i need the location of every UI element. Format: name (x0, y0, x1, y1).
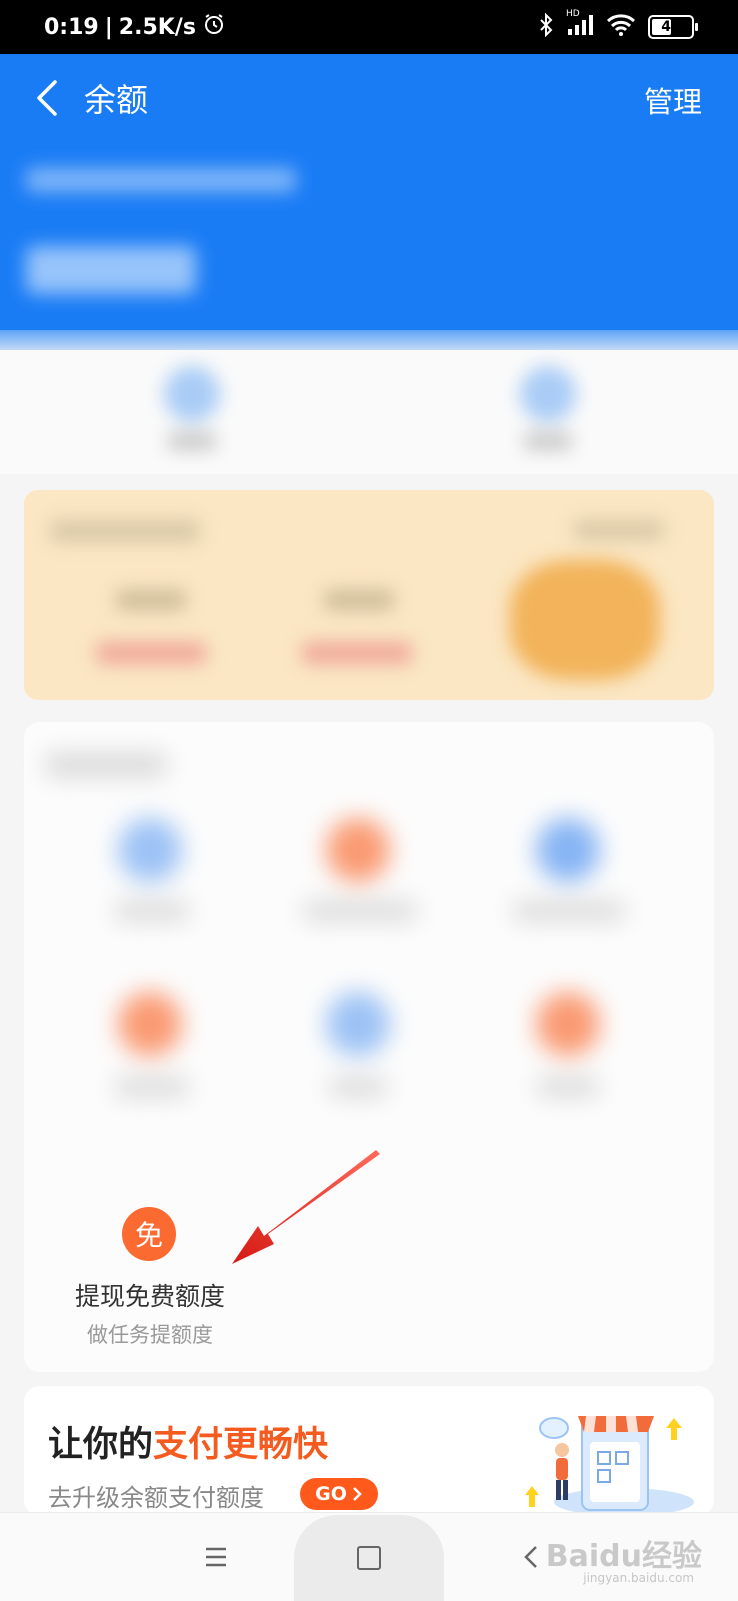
menu-button[interactable] (196, 1537, 236, 1577)
status-time: 0:19 (44, 14, 99, 40)
free-quota-title: 提现免费额度 (74, 1282, 225, 1311)
back-button[interactable] (26, 76, 66, 120)
chevron-left-icon (37, 80, 57, 116)
chevron-right-icon (352, 1487, 362, 1501)
blurred-promo-card (24, 490, 714, 700)
blurred-services-grid (24, 722, 714, 1162)
blurred-balance-amount (26, 246, 196, 294)
upgrade-banner[interactable]: 让你的支付更畅快 去升级余额支付额度 GO (24, 1386, 714, 1516)
banner-title: 让你的支付更畅快 (48, 1425, 329, 1465)
watermark-url: jingyan.baidu.com (583, 1571, 694, 1585)
battery-icon: 44 (648, 15, 698, 39)
go-button[interactable]: GO (300, 1478, 378, 1510)
wifi-icon (606, 13, 636, 41)
signal-icon: HD (566, 9, 594, 41)
watermark-logo: Baidu经验 (545, 1539, 702, 1574)
blurred-action-row (0, 350, 738, 474)
home-button[interactable] (294, 1515, 444, 1601)
payment-illustration-icon (525, 1416, 694, 1516)
services-card: 免 提现免费额度 做任务提额度 (24, 722, 714, 1372)
system-nav-bar: Baidu经验 jingyan.baidu.com (0, 1512, 738, 1601)
blurred-balance-caption (26, 168, 296, 192)
free-badge-icon: 免 (122, 1207, 176, 1261)
bluetooth-icon (538, 12, 554, 41)
menu-icon (206, 1547, 226, 1567)
banner-subtitle: 去升级余额支付额度 (48, 1484, 264, 1512)
alarm-icon (202, 12, 226, 42)
status-bar: 0:19 | 2.5K/s HD 44 (0, 0, 738, 54)
free-withdrawal-quota-item[interactable]: 免 提现免费额度 做任务提额度 (60, 1207, 240, 1357)
home-square-icon (357, 1546, 381, 1570)
annotation-arrow-icon (232, 1150, 380, 1264)
page-title: 余额 (84, 81, 149, 119)
free-quota-subtitle: 做任务提额度 (87, 1323, 213, 1347)
manage-button[interactable]: 管理 (644, 79, 702, 121)
status-separator: | (104, 14, 113, 40)
network-speed: 2.5K/s (118, 14, 196, 40)
